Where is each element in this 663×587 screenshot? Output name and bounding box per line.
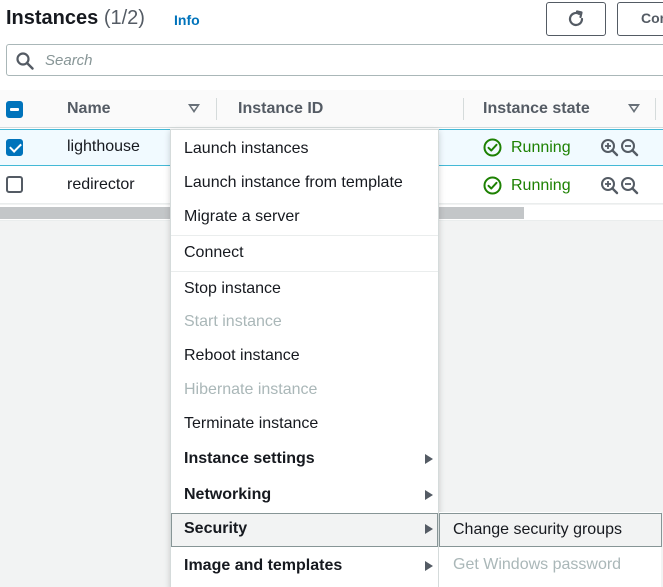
- actions-menu: Launch instances Launch instance from te…: [170, 129, 439, 587]
- submenu-item-label: Get Windows password: [453, 556, 622, 573]
- menu-item-hibernate-instance: Hibernate instance: [171, 374, 438, 406]
- zoom-in-icon[interactable]: [600, 176, 619, 195]
- menu-item-connect[interactable]: Connect: [171, 237, 438, 269]
- table-header: Name Instance ID Instance state: [0, 90, 663, 128]
- instance-state: Running: [483, 176, 571, 195]
- state-filter-controls: [600, 138, 639, 157]
- state-label: Running: [511, 176, 571, 194]
- caret-right-icon: [425, 524, 433, 534]
- menu-item-label: Networking: [184, 486, 272, 503]
- menu-divider: [171, 235, 438, 236]
- submenu-item-change-security-groups[interactable]: Change security groups: [439, 513, 662, 547]
- column-divider[interactable]: [463, 98, 464, 120]
- info-link[interactable]: Info: [174, 12, 200, 28]
- sort-icon[interactable]: [188, 104, 200, 113]
- page-title-text: Instances: [6, 7, 99, 29]
- check-circle-icon: [483, 138, 502, 157]
- menu-item-label: Terminate instance: [184, 415, 319, 432]
- menu-item-label: Migrate a server: [184, 208, 300, 225]
- caret-right-icon: [425, 490, 433, 500]
- search-icon: [16, 52, 34, 70]
- menu-item-migrate-server[interactable]: Migrate a server: [171, 201, 438, 233]
- menu-item-stop-instance[interactable]: Stop instance: [171, 273, 438, 305]
- sort-icon[interactable]: [628, 104, 640, 113]
- refresh-button[interactable]: [546, 2, 606, 36]
- instance-state: Running: [483, 138, 571, 157]
- select-all-checkbox[interactable]: [6, 101, 23, 118]
- caret-right-icon: [425, 454, 433, 464]
- state-filter-controls: [600, 176, 639, 195]
- menu-item-label: Launch instance from template: [184, 174, 403, 191]
- connect-button-label: Connect: [641, 10, 663, 26]
- menu-item-label: Security: [184, 520, 248, 537]
- instance-name: lighthouse: [67, 138, 140, 155]
- zoom-out-icon[interactable]: [620, 138, 639, 157]
- menu-item-label: Stop instance: [184, 280, 281, 297]
- menu-item-image-and-templates[interactable]: Image and templates: [171, 550, 438, 582]
- menu-item-label: Reboot instance: [184, 347, 300, 364]
- page-title: Instances (1/2): [6, 7, 145, 30]
- selection-count: (1/2): [103, 7, 145, 29]
- row-checkbox[interactable]: [6, 176, 23, 193]
- column-divider[interactable]: [655, 98, 656, 120]
- submenu-item-label: Change security groups: [453, 521, 622, 538]
- refresh-icon: [568, 10, 584, 27]
- menu-item-networking[interactable]: Networking: [171, 479, 438, 511]
- zoom-in-icon[interactable]: [600, 138, 619, 157]
- menu-item-label: Hibernate instance: [184, 381, 318, 398]
- menu-item-instance-settings[interactable]: Instance settings: [171, 443, 438, 475]
- menu-item-label: Launch instances: [184, 140, 309, 157]
- menu-item-label: Image and templates: [184, 557, 343, 574]
- state-label: Running: [511, 138, 571, 156]
- instance-name: redirector: [67, 176, 135, 193]
- menu-item-launch-from-template[interactable]: Launch instance from template: [171, 167, 438, 199]
- caret-right-icon: [425, 561, 433, 571]
- zoom-out-icon[interactable]: [620, 176, 639, 195]
- submenu-item-get-windows-password: Get Windows password: [439, 548, 662, 582]
- column-header-name[interactable]: Name: [67, 100, 111, 118]
- menu-item-terminate-instance[interactable]: Terminate instance: [171, 408, 438, 440]
- menu-item-label: Connect: [184, 244, 244, 261]
- row-checkbox[interactable]: [6, 139, 23, 156]
- column-header-instance-id[interactable]: Instance ID: [238, 100, 323, 118]
- connect-button[interactable]: Connect: [617, 2, 663, 36]
- menu-item-launch-instances[interactable]: Launch instances: [171, 133, 438, 165]
- check-circle-icon: [483, 176, 502, 195]
- menu-divider: [171, 271, 438, 272]
- menu-item-start-instance: Start instance: [171, 306, 438, 338]
- menu-item-label: Start instance: [184, 313, 282, 330]
- search-bar[interactable]: [6, 44, 663, 76]
- menu-item-label: Instance settings: [184, 450, 315, 467]
- search-input[interactable]: [45, 50, 445, 70]
- menu-item-reboot-instance[interactable]: Reboot instance: [171, 340, 438, 372]
- column-divider[interactable]: [216, 98, 217, 120]
- column-header-instance-state[interactable]: Instance state: [483, 100, 590, 118]
- security-submenu: Change security groups Get Windows passw…: [438, 512, 662, 587]
- menu-item-security[interactable]: Security: [171, 513, 438, 547]
